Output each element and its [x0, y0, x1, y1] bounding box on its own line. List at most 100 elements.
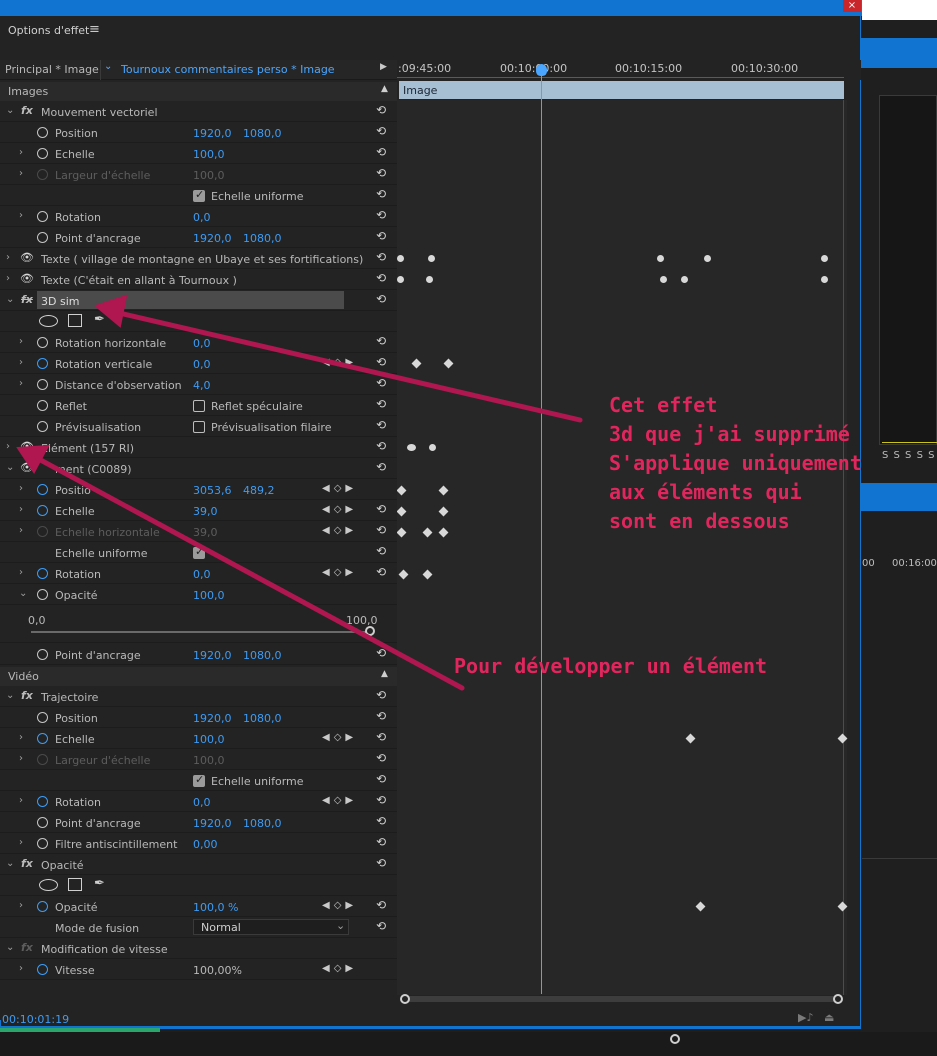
effect-modification-vitesse[interactable]: ⌄ fx Modification de vitesse: [0, 938, 397, 959]
stopwatch-icon[interactable]: [37, 148, 48, 159]
reset-icon[interactable]: ⟲: [376, 688, 386, 702]
chevron-down-icon[interactable]: ⌄: [6, 294, 14, 305]
keyframe-navigator[interactable]: ◀◇▶: [322, 567, 357, 578]
stopwatch-icon[interactable]: [37, 796, 48, 807]
stopwatch-icon[interactable]: [37, 484, 48, 495]
keyframe[interactable]: [660, 276, 667, 283]
chevron-down-icon[interactable]: ⌄: [6, 942, 14, 953]
reset-icon[interactable]: ⟲: [376, 523, 386, 537]
param-value[interactable]: 100,0: [193, 589, 225, 602]
param-value[interactable]: 0,00: [193, 838, 218, 851]
reset-icon[interactable]: ⟲: [376, 856, 386, 870]
reset-icon[interactable]: ⟲: [376, 397, 386, 411]
stopwatch-icon[interactable]: [37, 838, 48, 849]
keyframe-navigator[interactable]: ◀◇▶: [322, 357, 357, 368]
stopwatch-icon[interactable]: [37, 400, 48, 411]
panel-menu-icon[interactable]: ≡: [89, 22, 100, 37]
stopwatch-icon[interactable]: [37, 964, 48, 975]
keyframe-navigator[interactable]: ◀◇▶: [322, 900, 357, 911]
effect-trajectoire[interactable]: ⌄ fx Trajectoire ⟲: [0, 686, 397, 707]
effect-opacite[interactable]: ⌄ fx Opacité ⟲: [0, 854, 397, 875]
param-value[interactable]: 1080,0: [243, 127, 282, 140]
playhead-line[interactable]: [541, 70, 542, 994]
chevron-down-icon[interactable]: ⌄: [104, 61, 112, 72]
param-value[interactable]: 1080,0: [243, 649, 282, 662]
chevron-right-icon[interactable]: ›: [6, 441, 10, 452]
reset-icon[interactable]: ⟲: [376, 439, 386, 453]
effect-mouvement-vectoriel[interactable]: ⌄ fx Mouvement vectoriel ⟲: [0, 101, 397, 122]
param-value[interactable]: 0,0: [193, 337, 211, 350]
reset-icon[interactable]: ⟲: [376, 355, 386, 369]
stopwatch-icon[interactable]: [37, 379, 48, 390]
chevron-right-icon[interactable]: ›: [19, 732, 23, 743]
close-button[interactable]: ×: [843, 0, 861, 12]
stopwatch-icon[interactable]: [37, 817, 48, 828]
stopwatch-icon[interactable]: [37, 649, 48, 660]
param-value[interactable]: 39,0: [193, 505, 218, 518]
uniform-scale-checkbox[interactable]: [193, 773, 205, 787]
keyframe[interactable]: [429, 444, 436, 451]
keyframe[interactable]: [657, 255, 664, 262]
fx-disabled-icon[interactable]: fx: [21, 293, 33, 306]
keyframe[interactable]: [407, 444, 416, 451]
param-value[interactable]: 1920,0: [193, 817, 232, 830]
reset-icon[interactable]: ⟲: [376, 271, 386, 285]
reset-icon[interactable]: ⟲: [376, 730, 386, 744]
chevron-down-icon[interactable]: ⌄: [336, 919, 345, 932]
keyframe[interactable]: [428, 255, 435, 262]
chevron-down-icon[interactable]: ⌄: [19, 588, 27, 599]
eye-icon[interactable]: 👁: [20, 251, 34, 264]
chevron-down-icon[interactable]: ⌄: [6, 858, 14, 869]
param-value[interactable]: 1920,0: [193, 232, 232, 245]
chevron-right-icon[interactable]: ›: [19, 378, 23, 389]
stopwatch-icon[interactable]: [37, 337, 48, 348]
reset-icon[interactable]: ⟲: [376, 898, 386, 912]
layer-row-element-1[interactable]: › 👁 Elément (157 RI) ⟲: [0, 437, 397, 458]
export-icon[interactable]: ⏏: [824, 1011, 834, 1024]
keyframe-navigator[interactable]: ◀◇▶: [322, 732, 357, 743]
reset-icon[interactable]: ⟲: [376, 646, 386, 660]
param-value[interactable]: 0,0: [193, 796, 211, 809]
keyframe-area[interactable]: [397, 100, 847, 995]
reset-icon[interactable]: ⟲: [376, 460, 386, 474]
reset-icon[interactable]: ⟲: [376, 124, 386, 138]
param-value[interactable]: 1080,0: [243, 712, 282, 725]
stopwatch-icon[interactable]: [37, 211, 48, 222]
param-value[interactable]: 100,0 %: [193, 901, 238, 914]
play-icon[interactable]: ▶: [380, 62, 387, 72]
param-value[interactable]: 1920,0: [193, 712, 232, 725]
fx-icon[interactable]: fx: [21, 689, 33, 702]
keyframe[interactable]: [681, 276, 688, 283]
opacity-slider-track[interactable]: [31, 631, 368, 633]
ellipse-mask-icon[interactable]: [39, 879, 58, 891]
eye-icon[interactable]: 👁: [20, 461, 34, 474]
stopwatch-icon[interactable]: [37, 358, 48, 369]
reset-icon[interactable]: ⟲: [376, 709, 386, 723]
param-value[interactable]: 100,0: [193, 733, 225, 746]
timeline-scrollbar[interactable]: [405, 996, 838, 1002]
uniform-scale-checkbox[interactable]: [193, 188, 205, 202]
chevron-down-icon[interactable]: ⌄: [6, 690, 14, 701]
param-value[interactable]: 0,0: [193, 358, 211, 371]
reset-icon[interactable]: ⟲: [376, 502, 386, 516]
param-value[interactable]: 3053,6: [193, 484, 232, 497]
reset-icon[interactable]: ⟲: [376, 772, 386, 786]
chevron-right-icon[interactable]: ›: [19, 900, 23, 911]
reset-icon[interactable]: ⟲: [376, 751, 386, 765]
stopwatch-icon[interactable]: [37, 232, 48, 243]
reset-icon[interactable]: ⟲: [376, 835, 386, 849]
tab-sequence-clip[interactable]: Tournoux commentaires perso * Image: [121, 63, 335, 76]
param-value[interactable]: 4,0: [193, 379, 211, 392]
reset-icon[interactable]: ⟲: [376, 250, 386, 264]
chevron-right-icon[interactable]: ›: [6, 252, 10, 263]
keyframe[interactable]: [821, 255, 828, 262]
clip-bar[interactable]: [399, 81, 844, 99]
stopwatch-icon[interactable]: [37, 712, 48, 723]
rectangle-mask-icon[interactable]: [68, 878, 82, 891]
keyframe[interactable]: [397, 276, 404, 283]
stopwatch-icon[interactable]: [37, 505, 48, 516]
keyframe[interactable]: [821, 276, 828, 283]
layer-row-texte-1[interactable]: › 👁 Texte ( village de montagne en Ubaye…: [0, 248, 397, 269]
reset-icon[interactable]: ⟲: [376, 793, 386, 807]
specular-checkbox[interactable]: [193, 400, 205, 412]
